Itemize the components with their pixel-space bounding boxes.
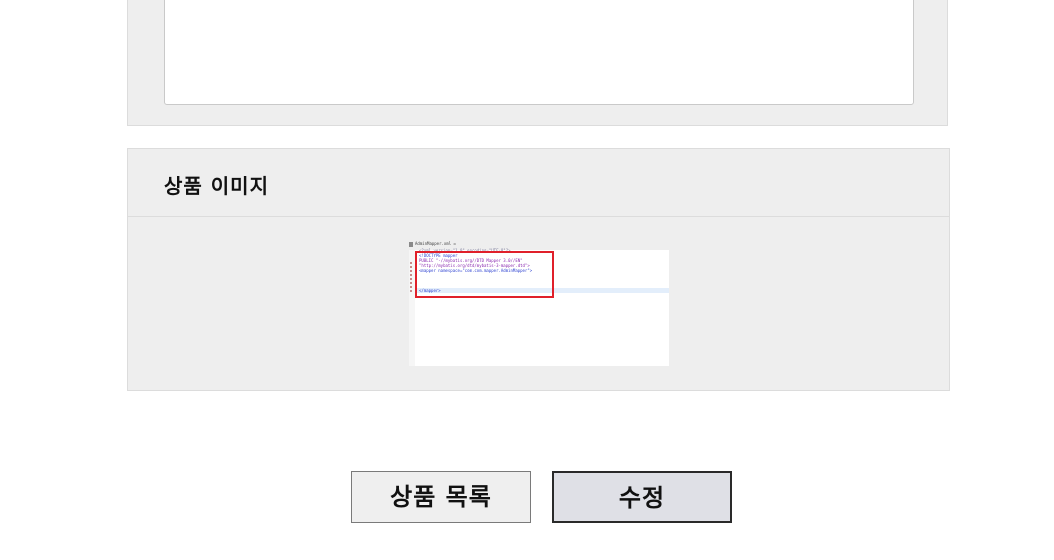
xml-file-icon — [409, 242, 413, 247]
product-list-button[interactable]: 상품 목록 — [351, 471, 531, 523]
edit-button[interactable]: 수정 — [552, 471, 732, 523]
highlight-annotation-box — [415, 251, 554, 298]
product-detail-page: 상품 이미지 AdminMapper.xml ☒ <?xml version="… — [0, 0, 1054, 560]
gutter-marks — [410, 262, 413, 292]
product-image-title: 상품 이미지 — [164, 174, 269, 198]
description-panel — [127, 0, 948, 126]
description-textarea[interactable] — [164, 0, 914, 105]
editor-tab-label: AdminMapper.xml ☒ — [415, 241, 456, 246]
product-image-header: 상품 이미지 — [128, 149, 949, 217]
product-image: AdminMapper.xml ☒ <?xml version="1.0" en… — [409, 241, 669, 366]
product-image-panel: 상품 이미지 AdminMapper.xml ☒ <?xml version="… — [127, 148, 950, 391]
